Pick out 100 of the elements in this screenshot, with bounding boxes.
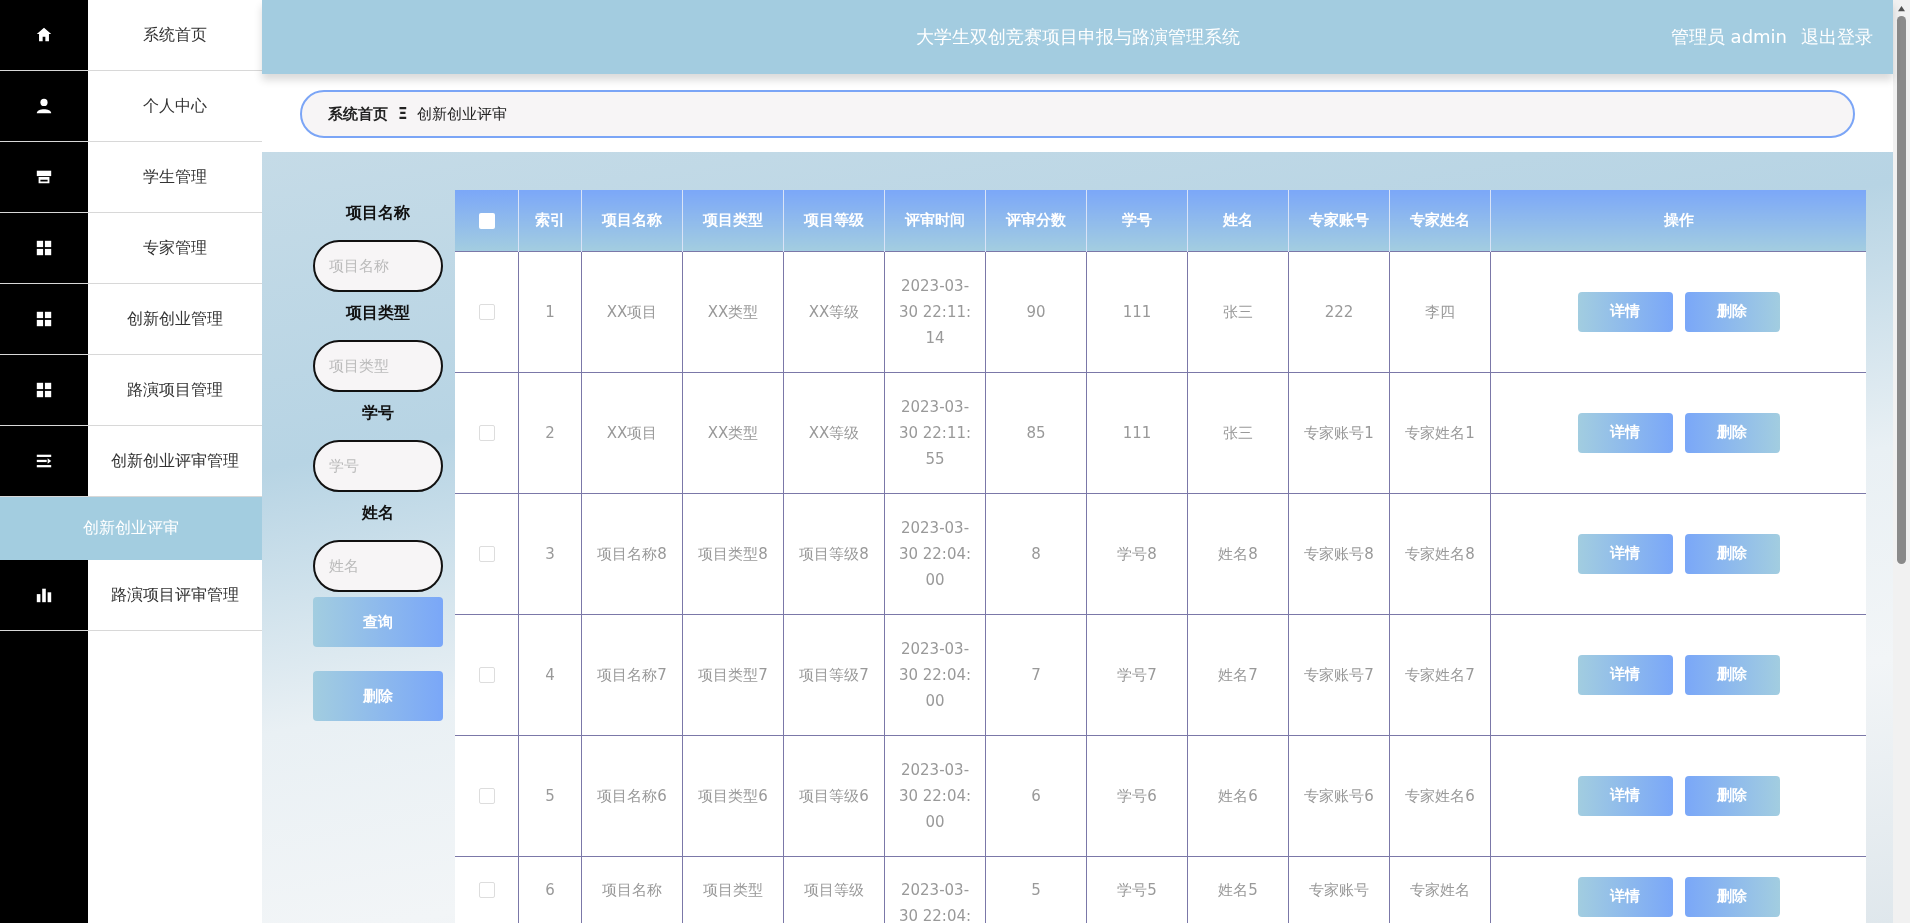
column-header: 操作 — [1490, 190, 1866, 251]
table-cell: 项目名称7 — [581, 614, 683, 735]
table-cell: 项目等级 — [783, 856, 885, 923]
column-header: 专家账号 — [1288, 190, 1390, 251]
column-header: 学号 — [1086, 190, 1188, 251]
table-cell: 项目类型8 — [682, 493, 784, 614]
table-cell: 7 — [985, 614, 1087, 735]
table-cell: 2 — [518, 372, 582, 493]
grid-icon[interactable] — [35, 239, 53, 257]
row-checkbox[interactable] — [478, 304, 495, 320]
home-icon[interactable] — [35, 26, 53, 44]
table-cell: 5 — [518, 735, 582, 856]
input-field[interactable]: 学号 — [313, 440, 443, 492]
logout-link[interactable]: 退出登录 — [1801, 25, 1873, 49]
sidebar-item[interactable]: 学生管理 — [88, 142, 262, 212]
delete-button[interactable]: 删除 — [1684, 533, 1780, 574]
column-header: 项目名称 — [581, 190, 683, 251]
field-label: 学号 — [362, 402, 394, 424]
table-cell: 85 — [985, 372, 1087, 493]
user-icon[interactable] — [35, 97, 53, 115]
table-cell: 2023-03-30 22:11:14 — [884, 251, 986, 372]
table-cell: 2023-03-30 22:04:00 — [884, 614, 986, 735]
scrollbar-thumb[interactable] — [1897, 16, 1906, 564]
table-cell: 姓名8 — [1187, 493, 1289, 614]
table-cell: 111 — [1086, 372, 1188, 493]
column-header: 项目类型 — [682, 190, 784, 251]
details-button[interactable]: 详情 — [1577, 291, 1673, 332]
details-button[interactable]: 详情 — [1577, 654, 1673, 695]
table-cell: XX类型 — [682, 251, 784, 372]
table-cell: 5 — [985, 856, 1087, 923]
sidebar-item[interactable]: 系统首页 — [88, 0, 262, 70]
table-cell: 学号8 — [1086, 493, 1188, 614]
details-button[interactable]: 详情 — [1577, 775, 1673, 816]
select-all-checkbox[interactable] — [478, 212, 495, 229]
row-checkbox[interactable] — [478, 546, 495, 562]
store-icon[interactable] — [35, 168, 53, 186]
table-cell: 2023-03-30 22:04:00 — [884, 493, 986, 614]
delete-button[interactable]: 删除 — [1684, 654, 1780, 695]
row-checkbox[interactable] — [478, 425, 495, 441]
field-label: 姓名 — [362, 502, 394, 524]
details-button[interactable]: 详情 — [1577, 412, 1673, 453]
table-cell: 项目等级8 — [783, 493, 885, 614]
table-cell: 专家账号6 — [1288, 735, 1390, 856]
input-field[interactable]: 姓名 — [313, 540, 443, 592]
table-cell: 6 — [518, 856, 582, 923]
row-checkbox[interactable] — [478, 788, 495, 804]
column-header: 姓名 — [1187, 190, 1289, 251]
table-cell: 专家账号8 — [1288, 493, 1390, 614]
table-cell: 姓名6 — [1187, 735, 1289, 856]
delete-button[interactable]: 删除 — [313, 671, 443, 721]
grid-icon[interactable] — [35, 310, 53, 328]
table-cell: XX等级 — [783, 251, 885, 372]
search-button[interactable]: 查询 — [313, 597, 443, 647]
column-header: 专家姓名 — [1389, 190, 1491, 251]
table-cell: 项目等级6 — [783, 735, 885, 856]
table-cell: 项目名称8 — [581, 493, 683, 614]
breadcrumb-link[interactable]: 系统首页 — [328, 104, 388, 124]
table-cell: 专家账号 — [1288, 856, 1390, 923]
table-cell: 学号5 — [1086, 856, 1188, 923]
table-cell: 2023-03-30 22:04:00 — [884, 735, 986, 856]
table-cell: 4 — [518, 614, 582, 735]
table-cell: 专家姓名6 — [1389, 735, 1491, 856]
scroll-up-arrow-icon[interactable] — [1897, 5, 1906, 12]
system-title: 大学生双创竞赛项目申报与路演管理系统 — [915, 25, 1240, 49]
input-field[interactable]: 项目名称 — [313, 240, 443, 292]
list-icon[interactable] — [35, 452, 53, 470]
bar-chart-icon[interactable] — [35, 586, 53, 604]
table-cell: 专家姓名 — [1389, 856, 1491, 923]
table-cell: XX项目 — [581, 251, 683, 372]
sidebar-item[interactable]: 专家管理 — [88, 213, 262, 283]
table-cell: 2023-03-30 22:11:55 — [884, 372, 986, 493]
table-cell: XX等级 — [783, 372, 885, 493]
sidebar-item[interactable]: 创新创业管理 — [88, 284, 262, 354]
table-cell: 学号7 — [1086, 614, 1188, 735]
delete-button[interactable]: 删除 — [1684, 291, 1780, 332]
table-cell: 项目类型 — [682, 856, 784, 923]
details-button[interactable]: 详情 — [1577, 533, 1673, 574]
column-header: 索引 — [518, 190, 582, 251]
table-cell: 专家姓名1 — [1389, 372, 1491, 493]
table-cell: 2023-03-30 22:04: — [884, 856, 986, 923]
sidebar-item[interactable]: 个人中心 — [88, 71, 262, 141]
details-button[interactable]: 详情 — [1577, 876, 1673, 917]
sidebar-item[interactable]: 创新创业评审管理 — [88, 426, 262, 496]
sidebar-item[interactable]: 路演项目评审管理 — [88, 560, 262, 630]
table-cell: XX类型 — [682, 372, 784, 493]
table-cell: 90 — [985, 251, 1087, 372]
table-cell: 专家账号1 — [1288, 372, 1390, 493]
delete-button[interactable]: 删除 — [1684, 775, 1780, 816]
row-checkbox[interactable] — [478, 882, 495, 898]
sidebar-item[interactable]: 创新创业评审 — [0, 497, 262, 560]
table-cell: 222 — [1288, 251, 1390, 372]
table-cell: XX项目 — [581, 372, 683, 493]
delete-button[interactable]: 删除 — [1684, 412, 1780, 453]
delete-button[interactable]: 删除 — [1684, 876, 1780, 917]
table-cell: 项目类型6 — [682, 735, 784, 856]
sidebar-item[interactable]: 路演项目管理 — [88, 355, 262, 425]
table-cell: 项目类型7 — [682, 614, 784, 735]
input-field[interactable]: 项目类型 — [313, 340, 443, 392]
grid-icon[interactable] — [35, 381, 53, 399]
row-checkbox[interactable] — [478, 667, 495, 683]
